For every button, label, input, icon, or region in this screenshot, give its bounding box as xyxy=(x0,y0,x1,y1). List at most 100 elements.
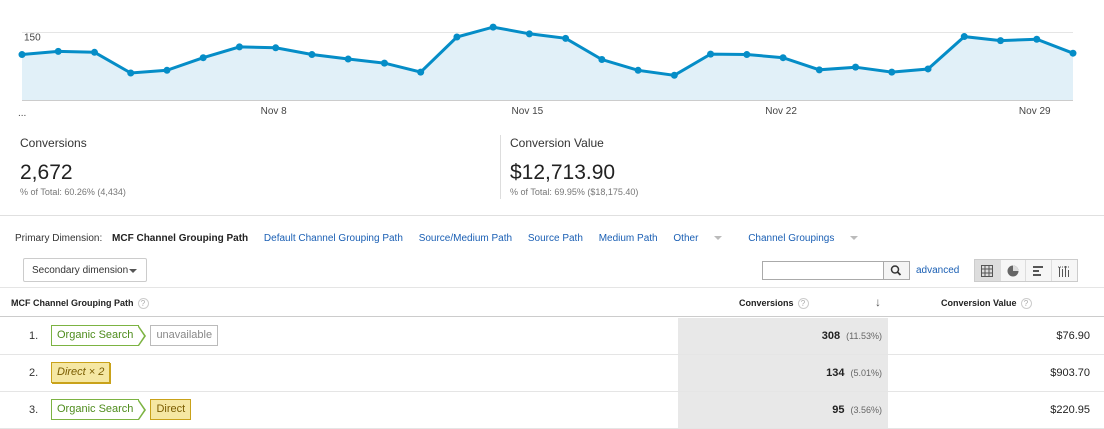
conversions-cell: 95 (3.56%) xyxy=(832,404,882,416)
chart-point[interactable] xyxy=(417,68,425,76)
dimension-other-dropdown[interactable]: Other xyxy=(673,233,723,244)
column-header-path[interactable]: MCF Channel Grouping Path? xyxy=(11,298,149,310)
chart-point[interactable] xyxy=(960,33,968,41)
dimension-source-medium-path[interactable]: Source/Medium Path xyxy=(419,233,512,244)
view-switcher xyxy=(974,259,1078,282)
chart-point[interactable] xyxy=(90,48,98,56)
chart-point[interactable] xyxy=(235,43,243,51)
x-tick-label: Nov 8 xyxy=(261,106,288,117)
column-header-conversions-label: Conversions xyxy=(739,298,794,308)
path-arrow-icon xyxy=(138,325,147,346)
path-step-unavailable: unavailable xyxy=(150,325,219,346)
chart-point[interactable] xyxy=(1069,49,1077,57)
chart-point[interactable] xyxy=(779,54,787,62)
secondary-dimension-dropdown[interactable]: Secondary dimension xyxy=(23,258,147,282)
conversion-value-cell: $76.90 xyxy=(1056,330,1090,342)
scorecard-conversions: Conversions 2,672 % of Total: 60.26% (4,… xyxy=(20,128,490,206)
performance-view-icon xyxy=(1033,265,1044,276)
dimension-source-path[interactable]: Source Path xyxy=(528,233,583,244)
chart-point[interactable] xyxy=(344,55,352,63)
chart-point[interactable] xyxy=(562,34,570,42)
scorecard-label: Conversion Value xyxy=(510,136,604,150)
scorecards: Conversions 2,672 % of Total: 60.26% (4,… xyxy=(0,128,1104,214)
table-row: 2. Direct × 2 134 (5.01%) $903.70 xyxy=(0,355,1104,392)
sort-down-icon[interactable]: ↓ xyxy=(875,295,881,309)
scorecard-divider xyxy=(500,135,501,199)
help-icon[interactable]: ? xyxy=(1020,298,1032,310)
chart-point[interactable] xyxy=(997,37,1005,45)
chart-point[interactable] xyxy=(380,59,388,67)
x-tick-label: Nov 29 xyxy=(1019,106,1051,117)
column-header-conversion-value[interactable]: Conversion Value? xyxy=(941,298,1032,310)
conversions-cell: 134 (5.01%) xyxy=(826,367,882,379)
channel-groupings-dropdown[interactable]: Channel Groupings xyxy=(748,233,859,244)
chevron-down-icon xyxy=(714,236,723,241)
advanced-filter-link[interactable]: advanced xyxy=(916,265,959,276)
path-arrow-icon xyxy=(138,399,147,420)
help-icon[interactable]: ? xyxy=(137,298,149,310)
conversion-value-cell: $220.95 xyxy=(1050,404,1090,416)
pie-view-button[interactable] xyxy=(1001,260,1026,281)
scorecard-value: $12,713.90 xyxy=(510,161,616,184)
x-tick-ellipsis: ... xyxy=(18,108,26,119)
conversions-value: 95 xyxy=(832,404,845,416)
search-icon xyxy=(890,265,902,276)
column-header-path-label: MCF Channel Grouping Path xyxy=(11,298,134,308)
conversions-percent: (3.56%) xyxy=(850,405,882,415)
table-view-icon xyxy=(981,264,994,277)
table-search-input[interactable] xyxy=(762,261,884,280)
table-view-button[interactable] xyxy=(975,260,1001,281)
chart-point[interactable] xyxy=(18,51,26,59)
dimension-medium-path[interactable]: Medium Path xyxy=(599,233,658,244)
chart-point[interactable] xyxy=(453,33,461,41)
conversions-trend-chart: 150... Nov 8 Nov 15 Nov 22 Nov 29 xyxy=(18,23,1077,119)
chart-point[interactable] xyxy=(127,69,135,77)
path-step-direct[interactable]: Direct xyxy=(150,399,192,420)
chart-point[interactable] xyxy=(743,51,751,59)
chart-point[interactable] xyxy=(1033,35,1041,43)
conversions-percent: (5.01%) xyxy=(850,368,882,378)
chart-point[interactable] xyxy=(489,23,497,31)
row-index: 3. xyxy=(29,404,39,416)
dimension-mcf-channel-grouping-path[interactable]: MCF Channel Grouping Path xyxy=(112,233,248,244)
secondary-dimension-label: Secondary dimension xyxy=(32,265,129,276)
chart-point[interactable] xyxy=(634,66,642,74)
chevron-down-icon xyxy=(850,236,859,241)
column-header-conversions[interactable]: Conversions? xyxy=(739,298,809,310)
x-tick-label: Nov 15 xyxy=(512,106,544,117)
dimension-default-channel-grouping-path[interactable]: Default Channel Grouping Path xyxy=(264,233,403,244)
row-index: 2. xyxy=(29,367,39,379)
comparison-view-icon xyxy=(1058,265,1071,277)
x-tick-label: Nov 22 xyxy=(765,106,797,117)
channel-groupings-label: Channel Groupings xyxy=(748,233,835,244)
chart-point[interactable] xyxy=(815,66,823,74)
search-button[interactable] xyxy=(883,261,910,280)
chart-point[interactable] xyxy=(598,56,606,63)
primary-dimension-bar: Primary Dimension: MCF Channel Grouping … xyxy=(15,233,871,244)
chart-point[interactable] xyxy=(54,47,62,55)
conversions-cell: 308 (11.53%) xyxy=(822,330,882,342)
path-step-direct[interactable]: Direct × 2 xyxy=(51,362,111,383)
performance-view-button[interactable] xyxy=(1026,260,1052,281)
chart-point[interactable] xyxy=(924,65,932,73)
chart-area-fill xyxy=(22,27,1073,101)
row-index: 1. xyxy=(29,330,39,342)
chart-point[interactable] xyxy=(888,68,896,76)
chart-point[interactable] xyxy=(670,71,678,79)
chart-point[interactable] xyxy=(199,54,207,62)
comparison-view-button[interactable] xyxy=(1052,260,1077,281)
table-row: 1. Organic Search unavailable 308 (11.53%… xyxy=(0,318,1104,355)
path-step-organic-search[interactable]: Organic Search xyxy=(51,399,140,420)
chart-point[interactable] xyxy=(308,51,316,59)
conversion-path: Direct × 2 xyxy=(51,362,115,383)
chart-point[interactable] xyxy=(163,66,171,74)
chart-point[interactable] xyxy=(525,30,533,38)
conversion-path: Organic Search Direct xyxy=(51,399,196,420)
chart-point[interactable] xyxy=(272,44,280,52)
other-label: Other xyxy=(673,233,699,244)
chart-point[interactable] xyxy=(707,50,715,58)
chart-point[interactable] xyxy=(852,63,860,71)
table-header: MCF Channel Grouping Path? Conversions? … xyxy=(0,287,1104,317)
help-icon[interactable]: ? xyxy=(797,298,809,310)
path-step-organic-search[interactable]: Organic Search xyxy=(51,325,140,346)
